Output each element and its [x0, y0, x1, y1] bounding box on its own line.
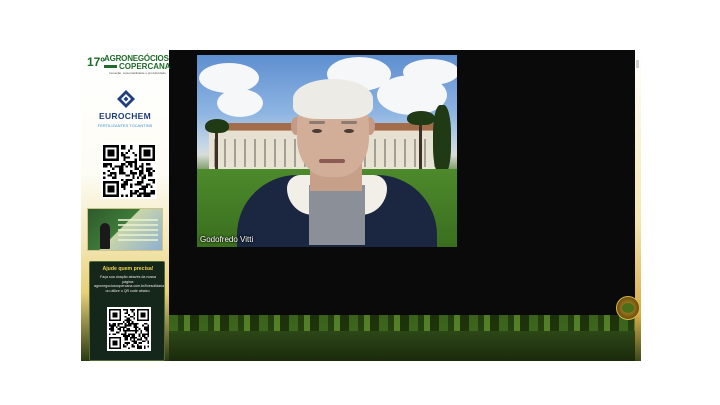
speaker-eye — [344, 129, 354, 133]
donation-title: Ajude quem precisa! — [102, 266, 154, 272]
speaker-hair — [293, 79, 373, 119]
donation-panel: Ajude quem precisa! Faça sua doação atra… — [89, 261, 165, 361]
palm-tree — [205, 119, 229, 133]
crop-field-banner — [169, 315, 641, 361]
event-tagline: Inovação, sustentabilidade e produtivida… — [109, 71, 166, 75]
event-title-line2: COPERCANA — [119, 62, 171, 71]
cloud — [217, 89, 263, 117]
thumbnail-speaker — [100, 223, 110, 249]
event-edition: 17º — [87, 55, 105, 69]
event-seal-badge — [616, 296, 640, 320]
event-logo-bar — [104, 65, 117, 68]
speaker-shirt — [309, 185, 365, 245]
palm-trunk — [215, 127, 218, 171]
event-promo-thumbnail[interactable] — [87, 208, 163, 251]
speaker-mouth — [319, 159, 345, 163]
sponsor-qr-code[interactable] — [101, 143, 157, 199]
speaker-eye — [312, 129, 322, 133]
participant-video[interactable]: Godofredo Vitti — [197, 55, 457, 247]
seal-emblem — [622, 303, 634, 313]
palm-tree — [407, 111, 435, 125]
speaker-brow — [309, 121, 325, 124]
sponsor-sidebar: 17º AGRONEGÓCIOS COPERCANA Inovação, sus… — [81, 50, 171, 361]
speaker-brow — [341, 121, 357, 124]
overlay-indicator — [636, 60, 639, 68]
sponsor-subtitle: FERTILIZANTES TOCANTINS — [97, 123, 153, 128]
sponsor-name: EUROCHEM — [99, 111, 151, 121]
cloud — [403, 59, 457, 85]
donation-qr-code[interactable] — [107, 307, 151, 351]
palm-trunk — [419, 117, 422, 171]
event-logo: 17º AGRONEGÓCIOS COPERCANA Inovação, sus… — [87, 54, 171, 76]
cloud — [199, 63, 259, 93]
donation-text: Faça sua doação através da nossa página:… — [94, 275, 165, 293]
thumbnail-banner — [118, 219, 158, 241]
eurochem-diamond-icon — [117, 90, 135, 108]
participant-name-label: Godofredo Vitti — [200, 235, 254, 244]
pine-tree — [433, 105, 451, 175]
